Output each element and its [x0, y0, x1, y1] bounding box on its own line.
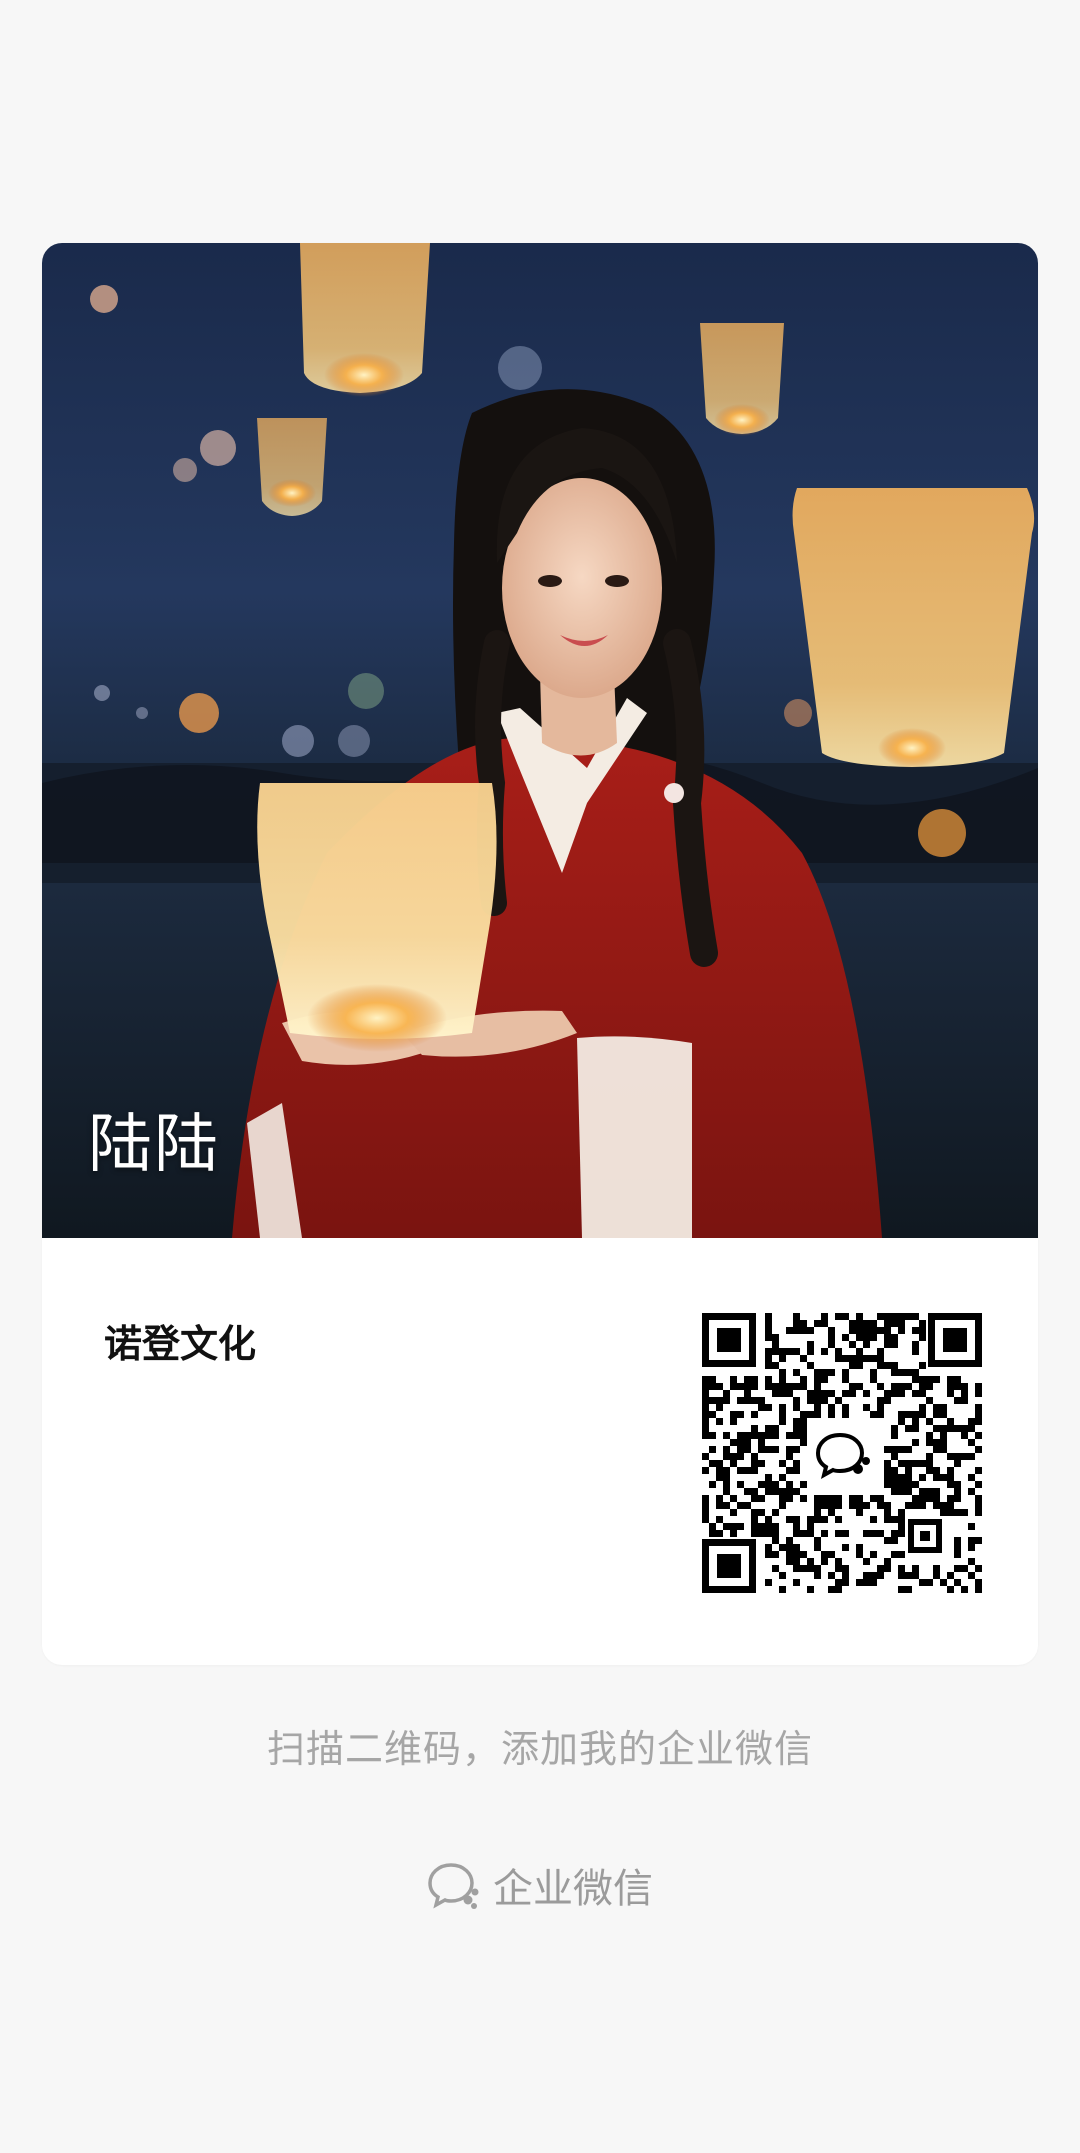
wecom-label: 企业微信	[493, 1866, 653, 1912]
contact-card: 陆陆 诺登文化	[42, 243, 1038, 1665]
contact-display-name: 陆陆	[88, 1108, 220, 1182]
qr-code[interactable]	[702, 1313, 982, 1593]
scan-instruction: 扫描二维码，添加我的企业微信	[266, 1727, 813, 1771]
wecom-chat-icon	[427, 1858, 481, 1912]
profile-photo: 陆陆	[42, 243, 1038, 1238]
company-name: 诺登文化	[104, 1322, 257, 1366]
wecom-brand: 企业微信	[0, 1856, 1080, 1914]
